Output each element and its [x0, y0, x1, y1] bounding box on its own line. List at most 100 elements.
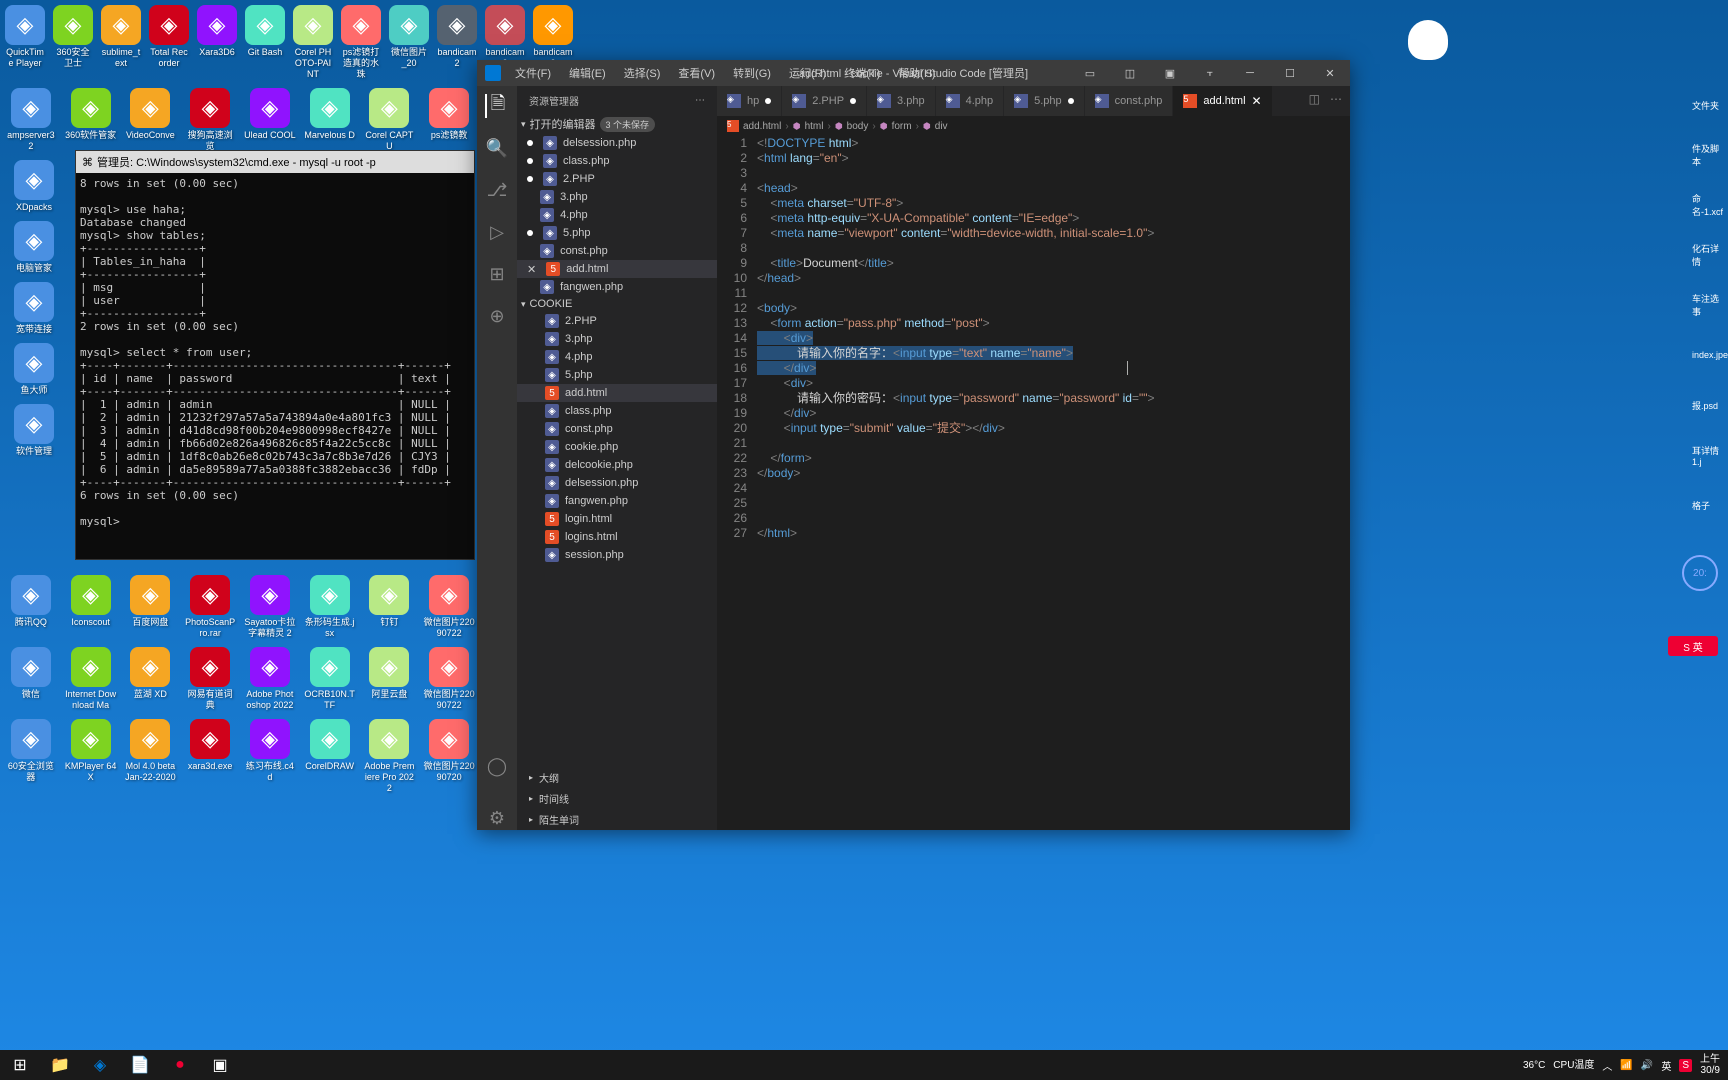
file-item[interactable]: ◈3.php: [517, 330, 717, 348]
file-item[interactable]: ◈delsession.php: [517, 474, 717, 492]
more-icon[interactable]: ⋯: [695, 95, 705, 106]
desktop-icon[interactable]: ◈360软件管家: [65, 88, 117, 152]
desktop-icon[interactable]: ◈搜狗高速浏览: [184, 88, 236, 152]
file-item[interactable]: ◈cookie.php: [517, 438, 717, 456]
desktop-icon[interactable]: ◈QuickTime Player: [5, 5, 45, 80]
desktop-icon[interactable]: ◈XDpacks: [5, 160, 63, 213]
desktop-icon[interactable]: ◈百度网盘: [125, 575, 177, 639]
desktop-icon-partial[interactable]: 车注选事: [1690, 280, 1728, 330]
desktop-icon[interactable]: ◈Internet Download Ma: [65, 647, 117, 711]
source-control-icon[interactable]: ⎇: [485, 178, 509, 202]
desktop-icon-partial[interactable]: 耳详情1.j: [1690, 430, 1728, 480]
settings-gear-icon[interactable]: ⚙: [485, 806, 509, 830]
file-item[interactable]: ◈4.php: [517, 348, 717, 366]
layout-icon[interactable]: ⫟: [1190, 60, 1230, 86]
file-item[interactable]: ◈const.php: [517, 420, 717, 438]
file-item[interactable]: 5add.html: [517, 384, 717, 402]
breadcrumb-item[interactable]: html: [805, 121, 824, 132]
cmd-output[interactable]: 8 rows in set (0.00 sec) mysql> use haha…: [76, 173, 474, 532]
editor-tab[interactable]: ◈3.php: [867, 86, 936, 116]
accounts-icon[interactable]: ◯: [485, 754, 509, 778]
breadcrumb-item[interactable]: body: [847, 121, 869, 132]
run-debug-icon[interactable]: ▷: [485, 220, 509, 244]
desktop-icon[interactable]: ◈ps滤镜教: [423, 88, 475, 152]
vscode-taskbar-icon[interactable]: ◈: [80, 1050, 120, 1080]
menu-item[interactable]: 编辑(E): [561, 61, 614, 85]
file-item[interactable]: ◈class.php: [517, 402, 717, 420]
desktop-icon-partial[interactable]: 格子: [1690, 480, 1728, 530]
minimize-button[interactable]: ─: [1230, 60, 1270, 86]
open-editor-item[interactable]: ◈class.php: [517, 152, 717, 170]
terminal-icon[interactable]: ▣: [200, 1050, 240, 1080]
desktop-icon[interactable]: ◈Iconscout: [65, 575, 117, 639]
breadcrumb[interactable]: 5add.html›⬢html›⬢body›⬢form›⬢div: [717, 116, 1350, 136]
outline-item[interactable]: ▸时间线: [517, 788, 717, 809]
desktop-icon[interactable]: ◈ampserver32: [5, 88, 57, 152]
file-item[interactable]: ◈delcookie.php: [517, 456, 717, 474]
layout-icon[interactable]: ◫: [1110, 60, 1150, 86]
extensions-icon[interactable]: ⊞: [485, 262, 509, 286]
breadcrumb-item[interactable]: add.html: [743, 121, 781, 132]
close-icon[interactable]: ✕: [527, 263, 536, 276]
desktop-icon[interactable]: ◈360安全卫士: [53, 5, 93, 80]
code-lines[interactable]: <!DOCTYPE html><html lang="en"> <head> <…: [757, 136, 1290, 830]
desktop-icon[interactable]: ◈Marvelous D: [304, 88, 356, 152]
desktop-icon[interactable]: ◈Git Bash: [245, 5, 285, 80]
file-item[interactable]: ◈session.php: [517, 546, 717, 564]
menu-item[interactable]: 转到(G): [725, 61, 779, 85]
breadcrumb-item[interactable]: div: [935, 121, 948, 132]
breadcrumb-item[interactable]: form: [892, 121, 912, 132]
open-editor-item[interactable]: ◈4.php: [517, 206, 717, 224]
desktop-icon[interactable]: ◈bandicam 2: [437, 5, 477, 80]
menu-item[interactable]: 文件(F): [507, 61, 559, 85]
desktop-icon[interactable]: ◈sublime_text: [101, 5, 141, 80]
close-icon[interactable]: ✕: [1252, 94, 1262, 108]
close-button[interactable]: ✕: [1310, 60, 1350, 86]
cmd-window[interactable]: ⌘ 管理员: C:\Windows\system32\cmd.exe - mys…: [75, 150, 475, 560]
app-icon[interactable]: 📄: [120, 1050, 160, 1080]
vscode-window[interactable]: 文件(F)编辑(E)选择(S)查看(V)转到(G)运行(R)终端(T)帮助(H)…: [477, 60, 1350, 830]
desktop-icon[interactable]: ◈KMPlayer 64 X: [65, 719, 117, 794]
desktop-icon[interactable]: ◈条形码生成.jsx: [304, 575, 356, 639]
start-button[interactable]: ⊞: [0, 1050, 40, 1080]
network-icon[interactable]: 📶: [1620, 1060, 1632, 1071]
desktop-icon[interactable]: ◈CorelDRAW: [304, 719, 356, 794]
editor-tab[interactable]: ◈hp: [717, 86, 782, 116]
ime-s-icon[interactable]: S: [1679, 1059, 1692, 1072]
desktop-icon[interactable]: ◈VideoConve: [125, 88, 177, 152]
desktop-icon[interactable]: ◈Adobe Photoshop 2022: [244, 647, 296, 711]
tray-chevron-icon[interactable]: ︿: [1602, 1058, 1612, 1073]
desktop-icon[interactable]: ◈微信图片_20: [389, 5, 429, 80]
desktop-icon[interactable]: ◈Xara3D6: [197, 5, 237, 80]
desktop-icon[interactable]: ◈网易有道词典: [184, 647, 236, 711]
open-editor-item[interactable]: ◈3.php: [517, 188, 717, 206]
editor-tab[interactable]: ◈4.php: [936, 86, 1005, 116]
desktop-icon[interactable]: ◈软件管理: [5, 404, 63, 457]
desktop-icon[interactable]: ◈Total Recorder: [149, 5, 189, 80]
record-icon[interactable]: ●: [160, 1050, 200, 1080]
desktop-icon[interactable]: ◈钉钉: [364, 575, 416, 639]
minimap[interactable]: [1290, 136, 1350, 830]
desktop-icon[interactable]: ◈宽带连接: [5, 282, 63, 335]
explorer-icon[interactable]: 🗎: [485, 94, 509, 118]
desktop-icon[interactable]: ◈Mol 4.0 beta Jan-22-2020: [125, 719, 177, 794]
desktop-icon[interactable]: ◈OCRB10N.TTF: [304, 647, 356, 711]
open-editor-item[interactable]: ◈5.php: [517, 224, 717, 242]
desktop-icon[interactable]: ◈Adobe Premiere Pro 2022: [364, 719, 416, 794]
maximize-button[interactable]: ☐: [1270, 60, 1310, 86]
vscode-titlebar[interactable]: 文件(F)编辑(E)选择(S)查看(V)转到(G)运行(R)终端(T)帮助(H)…: [477, 60, 1350, 86]
more-icon[interactable]: ⋯: [1330, 92, 1342, 106]
file-item[interactable]: 5login.html: [517, 510, 717, 528]
outline-item[interactable]: ▸大纲: [517, 767, 717, 788]
desktop-icon[interactable]: ◈60安全浏览器: [5, 719, 57, 794]
desktop-icon[interactable]: ◈Corel CAPTU: [364, 88, 416, 152]
desktop-icon[interactable]: ◈ps滤镜打造真的水珠: [341, 5, 381, 80]
open-editor-item[interactable]: ◈fangwen.php: [517, 278, 717, 296]
open-editor-item[interactable]: ◈delsession.php: [517, 134, 717, 152]
file-item[interactable]: ◈2.PHP: [517, 312, 717, 330]
editor-tab[interactable]: 5add.html✕: [1173, 86, 1272, 116]
layout-icon[interactable]: ▣: [1150, 60, 1190, 86]
editor-tab[interactable]: ◈5.php: [1004, 86, 1085, 116]
desktop-icon-partial[interactable]: 报.psd: [1690, 380, 1728, 430]
desktop-icon[interactable]: ◈微信: [5, 647, 57, 711]
